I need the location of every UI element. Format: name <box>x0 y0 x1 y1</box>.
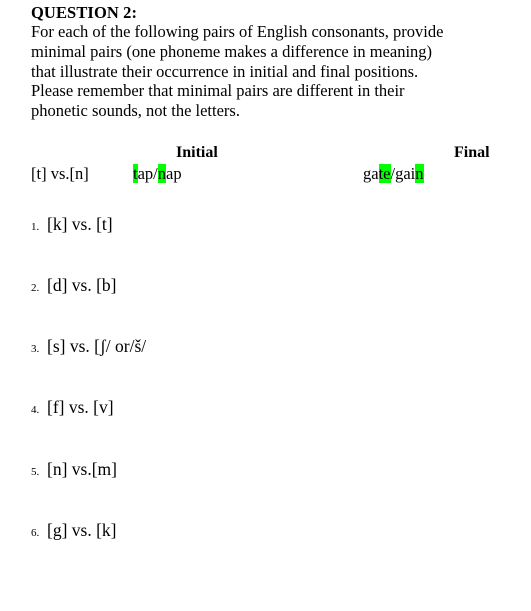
example-pair-label: [t] vs.[n] <box>31 164 89 183</box>
page-title: QUESTION 2: <box>31 3 138 22</box>
list-item: 2. [d] vs. [b] <box>31 275 117 299</box>
instructions-line: Please remember that minimal pairs are d… <box>31 81 405 101</box>
list-item-label: [n] vs.[m] <box>47 459 117 479</box>
worksheet-page: QUESTION 2: For each of the following pa… <box>0 0 531 611</box>
column-header-final: Final <box>454 144 490 161</box>
list-item-label: [k] vs. [t] <box>47 214 113 234</box>
example-final-highlight-a: te <box>378 164 391 183</box>
list-item-number: 2. <box>31 282 40 294</box>
list-item-label: [f] vs. [v] <box>47 397 114 417</box>
list-item: 3. [s] vs. [ʃ/ or/š/ <box>31 336 146 360</box>
list-item: 5. [n] vs.[m] <box>31 459 117 483</box>
example-row: [t] vs.[n] tap/nap gate/gain <box>0 164 531 186</box>
example-initial-rest-a: ap <box>137 164 154 183</box>
list-item: 4. [f] vs. [v] <box>31 397 114 421</box>
example-final-prefix-b: gai <box>395 164 416 183</box>
list-item-number: 6. <box>31 527 40 539</box>
list-item: 6. [g] vs. [k] <box>31 520 117 544</box>
list-item-number: 1. <box>31 221 40 233</box>
example-initial-highlight-b: n <box>157 164 167 183</box>
instructions-line: minimal pairs (one phoneme makes a diffe… <box>31 41 433 61</box>
example-final-prefix-a: ga <box>363 164 379 183</box>
example-initial-answer: tap/nap <box>133 164 182 184</box>
list-item: 1. [k] vs. [t] <box>31 214 113 238</box>
list-item-number: 3. <box>31 343 40 355</box>
list-item-number: 5. <box>31 466 40 478</box>
list-item-label: [g] vs. [k] <box>47 520 117 540</box>
example-final-highlight-b: n <box>415 164 424 183</box>
instructions-line: For each of the following pairs of Engli… <box>31 22 444 41</box>
example-final-answer: gate/gain <box>363 164 424 184</box>
example-initial-rest-b: ap <box>166 164 182 183</box>
list-item-label: [d] vs. [b] <box>47 275 117 295</box>
instructions-line: that illustrate their occurrence in init… <box>31 61 419 81</box>
column-header-initial: Initial <box>176 144 218 161</box>
instructions-paragraph: For each of the following pairs of Engli… <box>31 22 506 121</box>
list-item-label: [s] vs. [ʃ/ or/š/ <box>47 336 147 356</box>
instructions-line: phonetic sounds, not the letters. <box>31 101 240 121</box>
list-item-number: 4. <box>31 404 40 416</box>
